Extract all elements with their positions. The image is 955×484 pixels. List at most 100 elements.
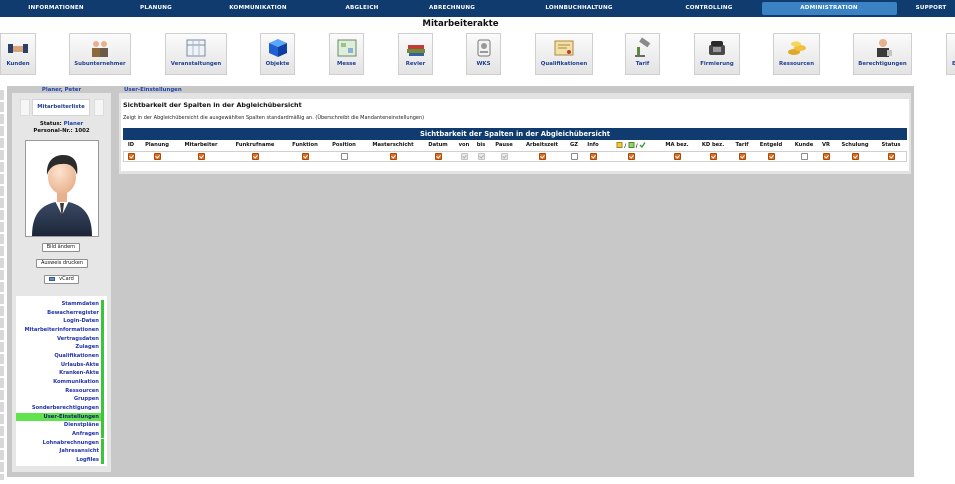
column-header: Arbeitszeit	[526, 142, 558, 148]
checkbox	[500, 153, 508, 160]
checkbox[interactable]	[822, 153, 830, 160]
side-link-gruppen[interactable]: Gruppen	[16, 395, 104, 404]
checkbox[interactable]	[767, 153, 775, 160]
checkbox[interactable]	[538, 153, 546, 160]
toolbar-subunternehmer[interactable]: Subunternehmer	[69, 33, 131, 75]
checkbox[interactable]	[197, 153, 205, 160]
checkbox[interactable]	[570, 153, 578, 160]
nav-item-administration[interactable]: ADMINISTRATION	[761, 2, 897, 15]
column-header: Info	[587, 142, 599, 148]
side-link-stammdaten[interactable]: Stammdaten	[16, 300, 104, 309]
side-link-vertragsdaten[interactable]: Vertragsdaten	[16, 334, 104, 344]
column-header: Funkrufname	[235, 142, 275, 148]
toolbar-messe[interactable]: Messe	[329, 33, 364, 75]
checkbox[interactable]	[251, 153, 259, 160]
checkbox[interactable]	[301, 153, 309, 160]
checkbox[interactable]	[673, 153, 681, 160]
employee-list-button[interactable]: Mitarbeiterliste	[32, 99, 90, 116]
checkbox[interactable]	[709, 153, 717, 160]
checkbox[interactable]	[127, 153, 135, 160]
toolbar-objekte[interactable]: Objekte	[260, 33, 295, 75]
side-link-user-einstellungen[interactable]: User-Einstellungen	[16, 412, 104, 422]
toolbar-berechtigungen[interactable]: Berechtigungen	[853, 33, 912, 75]
side-link-mitarbeiterinformationen[interactable]: Mitarbeiterinformationen	[16, 325, 104, 335]
side-link-lohnabrechnungen[interactable]: Lohnabrechnungen	[16, 438, 104, 448]
side-link-anfragen[interactable]: Anfragen	[16, 429, 104, 439]
checkbox-row	[123, 151, 907, 162]
side-link-sonderberechtigungen[interactable]: Sonderberechtigungen	[16, 403, 104, 413]
toolbar-label: WKS	[476, 61, 491, 67]
checkbox[interactable]	[589, 153, 597, 160]
change-picture-button[interactable]: Bild ändern	[42, 243, 80, 252]
vcard-label: vCard	[59, 276, 74, 282]
check-icon	[639, 142, 646, 150]
column-header: Status	[881, 142, 901, 148]
toolbar-item-cutoff[interactable]: E	[946, 33, 955, 75]
badge-icon	[473, 37, 495, 59]
toolbar-tarif[interactable]: Tarif	[625, 33, 660, 75]
nav-item-kommunikation[interactable]: KOMMUNIKATION	[213, 0, 303, 17]
icon-toolbar: Kunden Subunternehmer Veranstaltungen Objek…	[0, 31, 955, 78]
visibility-table-title: Sichtbarkeit der Spalten in der Abgleich…	[123, 128, 907, 140]
column-header: Kunde	[794, 142, 814, 148]
vcard-icon	[49, 276, 56, 281]
toolbar-ressourcen[interactable]: Ressourcen	[773, 33, 820, 75]
side-link-zulagen[interactable]: Zulagen	[16, 343, 104, 352]
status-value: Planer	[63, 121, 84, 127]
users-icon	[872, 37, 894, 59]
toolbar-label: Objekte	[265, 61, 290, 67]
checkbox[interactable]	[627, 153, 635, 160]
nav-item-lohnbuchhaltung[interactable]: LOHNBUCHHALTUNG	[529, 0, 629, 17]
column-header: Mitarbeiter	[184, 142, 218, 148]
column-header: Planung	[145, 142, 169, 148]
status-line: Status: Planer	[12, 121, 111, 127]
nav-item-planung[interactable]: PLANUNG	[126, 0, 186, 17]
section-title: Sichtbarkeit der Spalten in der Abgleich…	[123, 101, 302, 109]
checkbox[interactable]	[389, 153, 397, 160]
nav-item-abrechnung[interactable]: ABRECHNUNG	[417, 0, 487, 17]
prev-employee-button[interactable]	[20, 99, 30, 116]
side-link-ressourcen[interactable]: Ressourcen	[16, 386, 104, 396]
toolbar-qualifikationen[interactable]: Qualifikationen	[535, 33, 593, 75]
checkbox[interactable]	[434, 153, 442, 160]
side-link-bewacherregister[interactable]: Bewacherregister	[16, 308, 104, 318]
column-header: MA bez.	[665, 142, 689, 148]
next-employee-button[interactable]	[94, 99, 104, 116]
side-link-urlaubs-akte[interactable]: Urlaubs-Akte	[16, 360, 104, 370]
side-link-qualifikationen[interactable]: Qualifikationen	[16, 351, 104, 361]
print-id-button[interactable]: Ausweis drucken	[36, 259, 88, 268]
checkbox[interactable]	[340, 153, 348, 160]
checkbox[interactable]	[851, 153, 859, 160]
checkbox	[460, 153, 468, 160]
toolbar-label: Ressourcen	[778, 61, 815, 67]
side-link-jahresansicht[interactable]: Jahresansicht	[16, 447, 104, 456]
side-link-dienstpläne[interactable]: Dienstpläne	[16, 421, 104, 430]
nav-item-controlling[interactable]: CONTROLLING	[669, 0, 749, 17]
side-link-kommunikation[interactable]: Kommunikation	[16, 377, 104, 387]
nav-item-abgleich[interactable]: ABGLEICH	[332, 0, 392, 17]
nav-item-informationen[interactable]: INFORMATIONEN	[11, 0, 101, 17]
personnel-line: Personal-Nr.: 1002	[12, 128, 111, 134]
checkbox	[477, 153, 485, 160]
side-link-logfiles[interactable]: Logfiles	[16, 455, 104, 465]
column-header: GZ	[569, 142, 579, 148]
column-header: von	[458, 142, 470, 148]
side-link-login-daten[interactable]: Login-Daten	[16, 317, 104, 326]
checkbox[interactable]	[738, 153, 746, 160]
column-header: bis	[476, 142, 486, 148]
checkbox[interactable]	[153, 153, 161, 160]
column-header: Pause	[495, 142, 513, 148]
nav-item-support[interactable]: SUPPORT	[906, 0, 955, 17]
toolbar-kunden[interactable]: Kunden	[0, 33, 36, 75]
avatar	[25, 140, 99, 237]
toolbar-revier[interactable]: Revier	[398, 33, 433, 75]
personnel-value: 1002	[74, 128, 90, 134]
checkbox[interactable]	[800, 153, 808, 160]
checkbox[interactable]	[887, 153, 895, 160]
toolbar-wks[interactable]: WKS	[466, 33, 501, 75]
toolbar-veranstaltungen[interactable]: Veranstaltungen	[165, 33, 227, 75]
gavel-icon	[632, 37, 654, 59]
vcard-button[interactable]: vCard	[44, 275, 79, 284]
toolbar-firmierung[interactable]: Firmierung	[694, 33, 740, 75]
side-link-kranken-akte[interactable]: Kranken-Akte	[16, 369, 104, 378]
